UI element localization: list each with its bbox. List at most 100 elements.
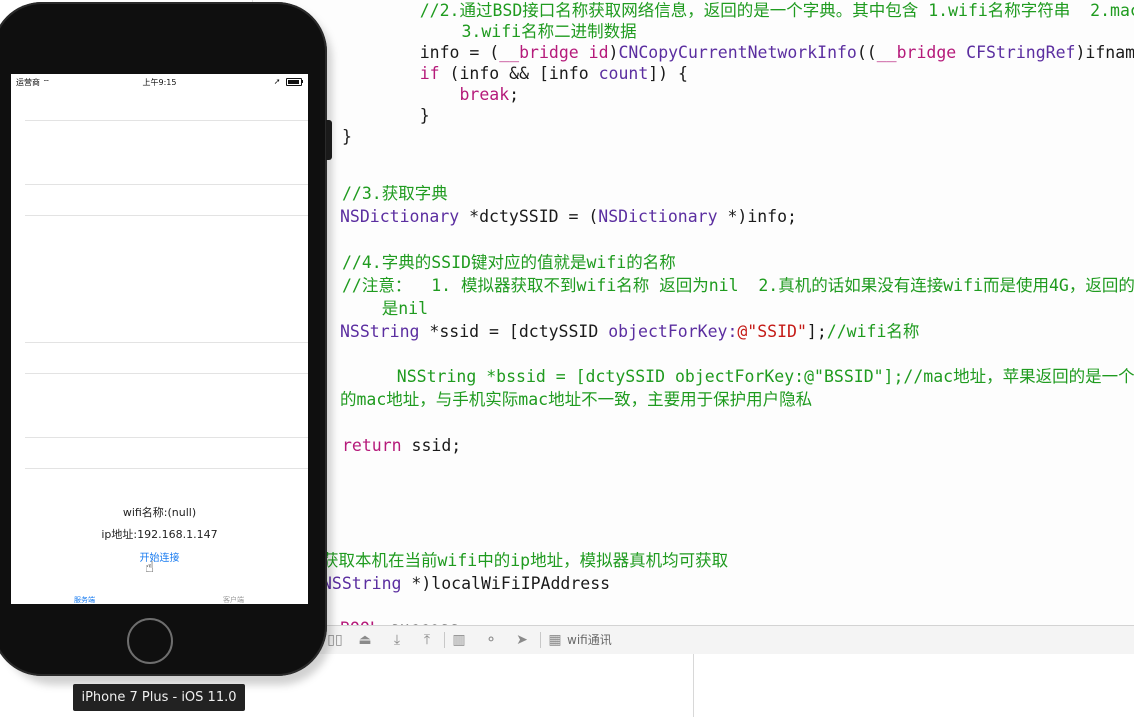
code-token: } <box>380 106 430 125</box>
home-button[interactable] <box>127 618 173 664</box>
ip-address-label: ip地址:192.168.1.147 <box>101 528 218 541</box>
code-token: *dctySSID = ( <box>459 207 599 227</box>
wifi-name-label: wifi名称:(null) <box>122 506 197 519</box>
code-line: if (info && [info count]) { <box>380 63 688 84</box>
code-token: //3.获取字典 <box>342 184 448 204</box>
status-right: ➚ <box>274 77 303 86</box>
step-out-icon[interactable]: ⤒ <box>418 631 436 649</box>
code-line: NSDictionary *dctySSID = (NSDictionary *… <box>340 206 797 227</box>
table-row-separator <box>25 215 308 216</box>
pointer-hand-icon: ☝ <box>145 558 155 576</box>
status-bar: 运营商 ⌔ 上午9:15 ➚ <box>11 74 308 89</box>
location-icon[interactable]: ➤ <box>513 631 531 649</box>
code-token: *ssid = [dctySSID <box>419 321 609 341</box>
code-token: ) <box>608 43 619 62</box>
code-token: (info && [info <box>439 64 599 83</box>
code-line: NSString *ssid = [dctySSID objectForKey:… <box>340 321 919 342</box>
continue-icon[interactable]: ⏏ <box>356 631 374 649</box>
code-line: 获取本机在当前wifi中的ip地址，模拟器真机均可获取 <box>322 550 728 571</box>
code-token: //wifi名称 <box>826 321 920 341</box>
location-arrow-icon: ➚ <box>273 77 281 86</box>
table-row-separator <box>25 184 308 185</box>
code-line: 3.wifi名称二进制数据 <box>382 21 637 42</box>
code-token: __bridge <box>876 43 957 62</box>
debug-bar: ▯▯ ⏏ ⤓ ⤒ ▥ ⚬ ➤ ▦ wifi通讯 <box>252 625 1134 655</box>
target-label: wifi通讯 <box>567 633 612 647</box>
side-button[interactable] <box>326 120 332 160</box>
code-token: NSString *bssid = [dctySSID objectForKey… <box>367 367 1134 387</box>
table-row-separator <box>25 468 308 469</box>
code-line: 是nil <box>342 298 428 319</box>
table-row-separator <box>25 373 308 374</box>
code-token: (( <box>856 43 877 62</box>
code-token: //4.字典的SSID键对应的值就是wifi的名称 <box>342 252 676 272</box>
code-line: //3.获取字典 <box>342 183 448 204</box>
code-token: 获取本机在当前wifi中的ip地址，模拟器真机均可获取 <box>322 550 729 570</box>
view-hierarchy-icon[interactable]: ▥ <box>450 631 468 649</box>
code-token: if <box>419 64 440 83</box>
table-row-separator <box>25 437 308 438</box>
code-token: __bridge <box>499 43 579 62</box>
memory-graph-icon[interactable]: ⚬ <box>482 631 500 649</box>
code-token: ; <box>509 85 520 104</box>
tab-bar: 服务端 客户端 <box>11 592 308 604</box>
code-token: objectForKey: <box>608 321 738 341</box>
code-token: count <box>598 64 649 83</box>
target-icon[interactable]: ▦ <box>546 631 564 649</box>
code-token: } <box>342 127 352 146</box>
code-token: @"SSID" <box>737 321 807 341</box>
code-token: NSString <box>322 573 402 593</box>
battery-icon <box>286 77 302 86</box>
code-line: } <box>380 105 430 126</box>
code-token: *)localWiFiIPAddress <box>401 573 611 593</box>
code-line: BOOL success; <box>340 618 469 625</box>
code-line: NSString *)localWiFiIPAddress <box>322 573 610 594</box>
code-token: return <box>342 436 402 456</box>
simulator-device-label: iPhone 7 Plus - iOS 11.0 <box>73 684 245 711</box>
table-row-separator <box>25 120 308 121</box>
code-token: ssid; <box>401 436 462 456</box>
code-token: 的mac地址，与手机实际mac地址不一致，主要用于保护用户隐私 <box>340 390 813 410</box>
code-token: 3.wifi名称二进制数据 <box>382 22 637 41</box>
code-token: NSDictionary <box>598 207 718 227</box>
code-token: 是nil <box>342 298 429 318</box>
debug-separator <box>444 632 445 648</box>
code-line: 的mac地址，与手机实际mac地址不一致，主要用于保护用户隐私 <box>340 389 812 410</box>
code-token: ]; <box>806 321 827 341</box>
code-token: NSDictionary <box>340 207 460 227</box>
code-token: *)info; <box>717 207 797 227</box>
code-token: break <box>459 85 510 104</box>
code-token: )ifnam); <box>1075 43 1134 62</box>
code-line: //4.字典的SSID键对应的值就是wifi的名称 <box>342 252 676 273</box>
code-token: info = ( <box>380 43 500 62</box>
code-token: //2.通过BSD接口名称获取网络信息，返回的是一个字典。其中包含 1.wifi… <box>380 1 1134 20</box>
code-line: //2.通过BSD接口名称获取网络信息，返回的是一个字典。其中包含 1.wifi… <box>380 0 1134 21</box>
code-editor[interactable]: //2.通过BSD接口名称获取网络信息，返回的是一个字典。其中包含 1.wifi… <box>252 0 1134 625</box>
code-line: } <box>342 126 352 147</box>
code-token: CFStringRef <box>966 43 1076 62</box>
step-into-icon[interactable]: ⤓ <box>388 631 406 649</box>
code-line: break; <box>380 84 519 105</box>
code-line: NSString *bssid = [dctySSID objectForKey… <box>367 366 1134 387</box>
code-token: id <box>588 43 609 62</box>
code-token: ]) { <box>648 64 688 83</box>
code-line: info = (__bridge id)CNCopyCurrentNetwork… <box>380 42 1134 63</box>
console-split <box>693 654 694 717</box>
table-row-separator <box>25 342 308 343</box>
tab-server[interactable]: 服务端 <box>74 595 95 604</box>
debug-separator <box>540 632 541 648</box>
code-token: //注意： 1. 模拟器获取不到wifi名称 返回为nil 2.真机的话如果没有… <box>342 275 1134 295</box>
simulator-screen[interactable]: 运营商 ⌔ 上午9:15 ➚ wifi名称:(null) ip地址:192.16… <box>11 74 308 604</box>
code-line: return ssid; <box>342 435 461 456</box>
code-token: CNCopyCurrentNetworkInfo <box>618 43 857 62</box>
status-time: 上午9:15 <box>142 78 177 87</box>
tab-client[interactable]: 客户端 <box>223 595 244 604</box>
code-token: NSString <box>340 321 420 341</box>
battery-tip <box>302 80 303 83</box>
code-line: //注意： 1. 模拟器获取不到wifi名称 返回为nil 2.真机的话如果没有… <box>342 275 1134 296</box>
start-connect-button[interactable]: 开始连接 <box>11 549 308 564</box>
